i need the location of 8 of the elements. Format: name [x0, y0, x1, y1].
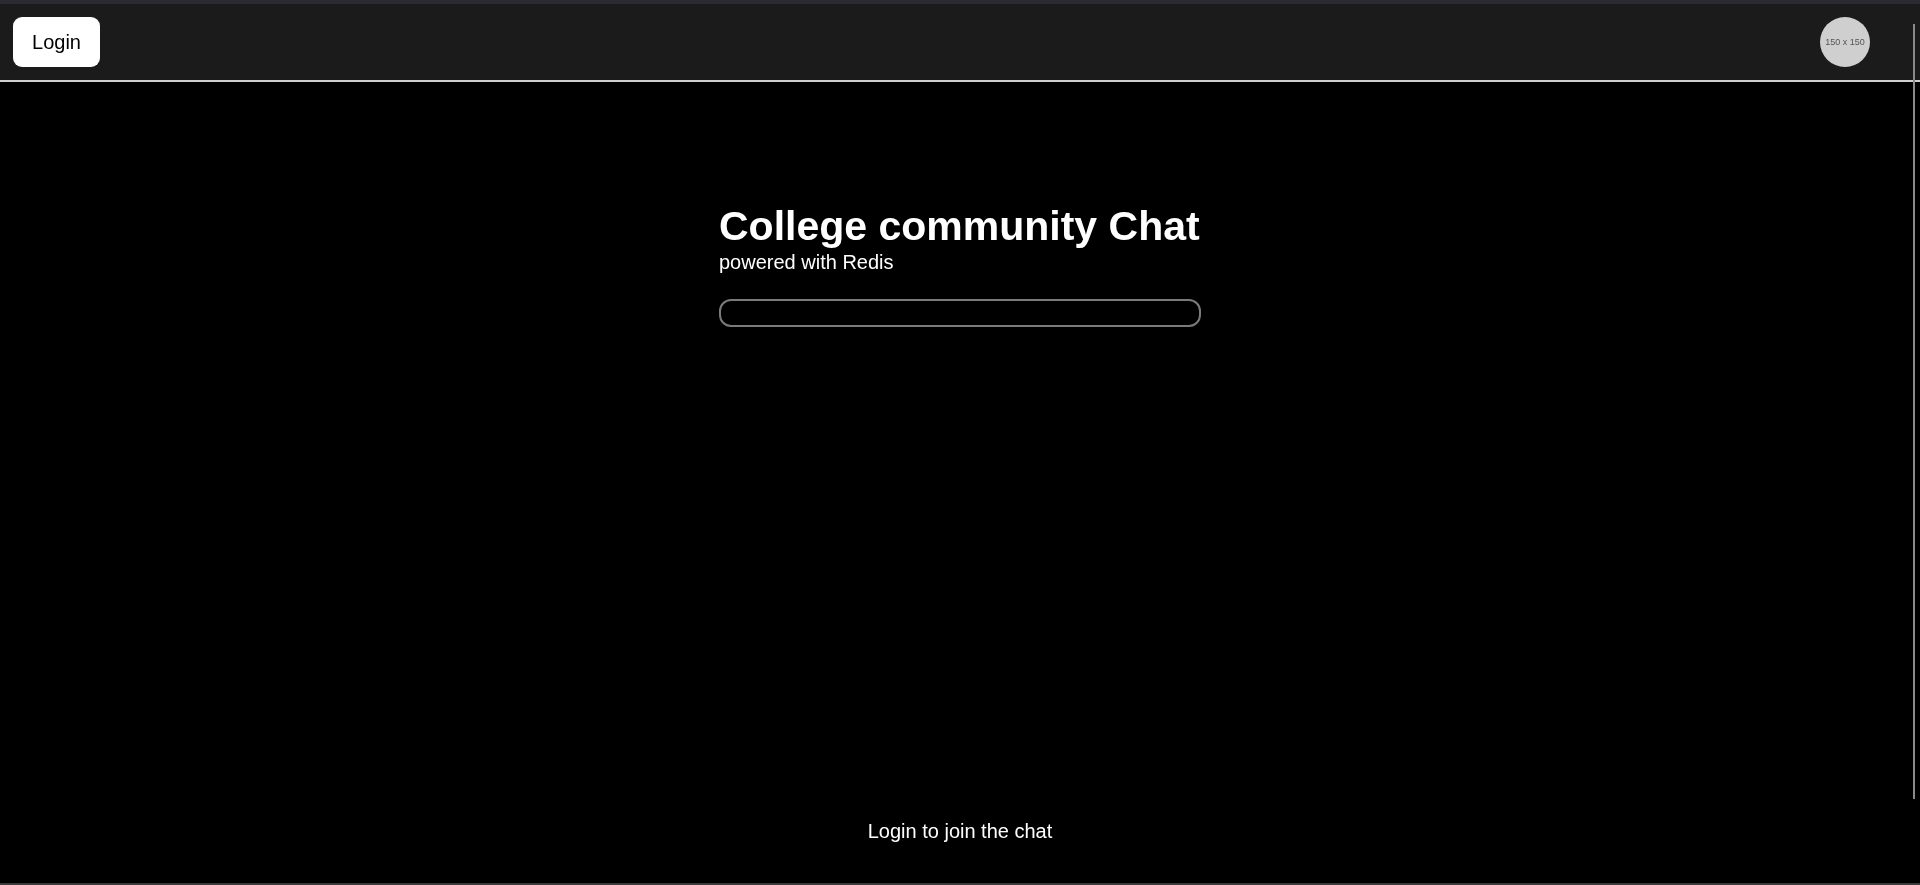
avatar-placeholder-text: 150 x 150: [1825, 37, 1865, 47]
scrollbar[interactable]: [1913, 24, 1915, 799]
page-title: College community Chat: [719, 202, 1201, 250]
avatar[interactable]: 150 x 150: [1820, 17, 1870, 67]
login-prompt: Login to join the chat: [867, 820, 1053, 843]
page-subtitle: powered with Redis: [719, 250, 895, 274]
login-button[interactable]: Login: [13, 17, 100, 67]
message-field[interactable]: [719, 299, 1201, 327]
